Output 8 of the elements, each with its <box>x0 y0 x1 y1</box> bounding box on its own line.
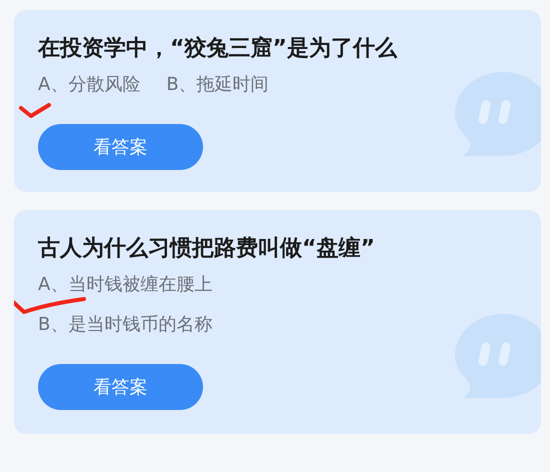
answer-option: B、是当时钱币的名称 <box>38 314 212 335</box>
answer-option: A、当时钱被缠在腰上 <box>38 274 212 295</box>
view-answer-button[interactable]: 看答案 <box>38 124 203 170</box>
question-text: 古人为什么习惯把路费叫做“盘缠” <box>38 235 376 263</box>
view-answer-button[interactable]: 看答案 <box>38 364 203 410</box>
answer-option: B、拖延时间 <box>166 74 269 95</box>
answer-option: A、分散风险 <box>38 74 140 95</box>
question-text: 在投资学中，“狡兔三窟”是为了什么 <box>38 34 398 63</box>
